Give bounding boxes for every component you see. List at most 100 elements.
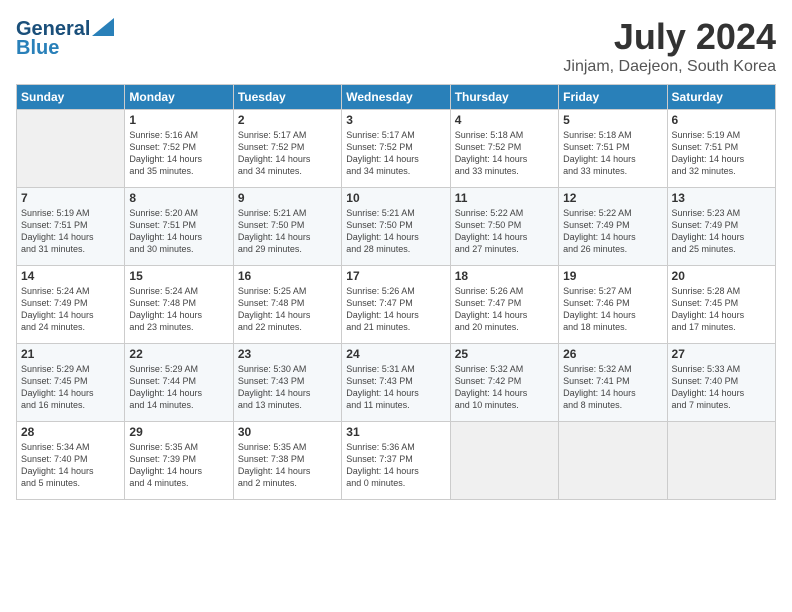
cell-info: Sunrise: 5:16 AM Sunset: 7:52 PM Dayligh… <box>129 129 228 178</box>
day-number: 18 <box>455 269 554 283</box>
day-number: 25 <box>455 347 554 361</box>
week-row-3: 21 Sunrise: 5:29 AM Sunset: 7:45 PM Dayli… <box>17 344 776 422</box>
cell-info: Sunrise: 5:34 AM Sunset: 7:40 PM Dayligh… <box>21 441 120 490</box>
calendar-cell: 24 Sunrise: 5:31 AM Sunset: 7:43 PM Dayli… <box>342 344 450 422</box>
calendar-cell: 6Sunrise: 5:19 AM Sunset: 7:51 PM Daylig… <box>667 110 775 188</box>
day-number: 7 <box>21 191 120 205</box>
header-monday: Monday <box>125 85 233 110</box>
calendar-cell: 15 Sunrise: 5:24 AM Sunset: 7:48 PM Dayli… <box>125 266 233 344</box>
calendar-cell <box>667 422 775 500</box>
calendar-cell: 17 Sunrise: 5:26 AM Sunset: 7:47 PM Dayli… <box>342 266 450 344</box>
calendar-cell: 1 Sunrise: 5:16 AM Sunset: 7:52 PM Daylig… <box>125 110 233 188</box>
calendar-cell: 18 Sunrise: 5:26 AM Sunset: 7:47 PM Dayli… <box>450 266 558 344</box>
week-row-0: 1 Sunrise: 5:16 AM Sunset: 7:52 PM Daylig… <box>17 110 776 188</box>
cell-info: Sunrise: 5:32 AM Sunset: 7:41 PM Dayligh… <box>563 363 662 412</box>
week-row-2: 14 Sunrise: 5:24 AM Sunset: 7:49 PM Dayli… <box>17 266 776 344</box>
calendar-cell: 4 Sunrise: 5:18 AM Sunset: 7:52 PM Daylig… <box>450 110 558 188</box>
calendar-cell: 8 Sunrise: 5:20 AM Sunset: 7:51 PM Daylig… <box>125 188 233 266</box>
calendar-cell: 16 Sunrise: 5:25 AM Sunset: 7:48 PM Dayli… <box>233 266 341 344</box>
day-number: 11 <box>455 191 554 205</box>
day-number: 16 <box>238 269 337 283</box>
day-number: 21 <box>21 347 120 361</box>
week-row-4: 28 Sunrise: 5:34 AM Sunset: 7:40 PM Dayli… <box>17 422 776 500</box>
cell-info: Sunrise: 5:36 AM Sunset: 7:37 PM Dayligh… <box>346 441 445 490</box>
week-row-1: 7 Sunrise: 5:19 AM Sunset: 7:51 PM Daylig… <box>17 188 776 266</box>
calendar-cell: 10 Sunrise: 5:21 AM Sunset: 7:50 PM Dayli… <box>342 188 450 266</box>
cell-info: Sunrise: 5:17 AM Sunset: 7:52 PM Dayligh… <box>238 129 337 178</box>
cell-info: Sunrise: 5:26 AM Sunset: 7:47 PM Dayligh… <box>455 285 554 334</box>
day-number: 3 <box>346 113 445 127</box>
calendar-cell: 5 Sunrise: 5:18 AM Sunset: 7:51 PM Daylig… <box>559 110 667 188</box>
day-number: 1 <box>129 113 228 127</box>
day-number: 9 <box>238 191 337 205</box>
calendar-cell: 28 Sunrise: 5:34 AM Sunset: 7:40 PM Dayli… <box>17 422 125 500</box>
day-number: 23 <box>238 347 337 361</box>
day-number: 27 <box>672 347 771 361</box>
calendar-cell <box>17 110 125 188</box>
cell-info: Sunrise: 5:29 AM Sunset: 7:45 PM Dayligh… <box>21 363 120 412</box>
cell-info: Sunrise: 5:30 AM Sunset: 7:43 PM Dayligh… <box>238 363 337 412</box>
day-number: 19 <box>563 269 662 283</box>
day-number: 30 <box>238 425 337 439</box>
day-number: 6 <box>672 113 771 127</box>
cell-info: Sunrise: 5:24 AM Sunset: 7:49 PM Dayligh… <box>21 285 120 334</box>
cell-info: Sunrise: 5:19 AM Sunset: 7:51 PM Dayligh… <box>21 207 120 256</box>
calendar-cell: 14 Sunrise: 5:24 AM Sunset: 7:49 PM Dayli… <box>17 266 125 344</box>
calendar-cell: 29Sunrise: 5:35 AM Sunset: 7:39 PM Dayli… <box>125 422 233 500</box>
location-title: Jinjam, Daejeon, South Korea <box>563 58 776 76</box>
cell-info: Sunrise: 5:31 AM Sunset: 7:43 PM Dayligh… <box>346 363 445 412</box>
calendar-cell: 26Sunrise: 5:32 AM Sunset: 7:41 PM Dayli… <box>559 344 667 422</box>
calendar-cell <box>450 422 558 500</box>
calendar-cell: 31 Sunrise: 5:36 AM Sunset: 7:37 PM Dayli… <box>342 422 450 500</box>
calendar-cell: 7 Sunrise: 5:19 AM Sunset: 7:51 PM Daylig… <box>17 188 125 266</box>
cell-info: Sunrise: 5:21 AM Sunset: 7:50 PM Dayligh… <box>346 207 445 256</box>
calendar-cell: 19 Sunrise: 5:27 AM Sunset: 7:46 PM Dayli… <box>559 266 667 344</box>
day-number: 17 <box>346 269 445 283</box>
calendar-cell: 27 Sunrise: 5:33 AM Sunset: 7:40 PM Dayli… <box>667 344 775 422</box>
cell-info: Sunrise: 5:25 AM Sunset: 7:48 PM Dayligh… <box>238 285 337 334</box>
cell-info: Sunrise: 5:18 AM Sunset: 7:52 PM Dayligh… <box>455 129 554 178</box>
cell-info: Sunrise: 5:27 AM Sunset: 7:46 PM Dayligh… <box>563 285 662 334</box>
day-number: 12 <box>563 191 662 205</box>
calendar-cell: 13 Sunrise: 5:23 AM Sunset: 7:49 PM Dayli… <box>667 188 775 266</box>
day-number: 5 <box>563 113 662 127</box>
cell-info: Sunrise: 5:33 AM Sunset: 7:40 PM Dayligh… <box>672 363 771 412</box>
calendar-table: SundayMondayTuesdayWednesdayThursdayFrid… <box>16 84 776 500</box>
day-number: 31 <box>346 425 445 439</box>
day-number: 15 <box>129 269 228 283</box>
day-number: 2 <box>238 113 337 127</box>
cell-info: Sunrise: 5:26 AM Sunset: 7:47 PM Dayligh… <box>346 285 445 334</box>
day-number: 28 <box>21 425 120 439</box>
logo-blue: Blue <box>16 37 59 60</box>
calendar-cell: 21 Sunrise: 5:29 AM Sunset: 7:45 PM Dayli… <box>17 344 125 422</box>
cell-info: Sunrise: 5:20 AM Sunset: 7:51 PM Dayligh… <box>129 207 228 256</box>
cell-info: Sunrise: 5:35 AM Sunset: 7:38 PM Dayligh… <box>238 441 337 490</box>
month-title: July 2024 <box>563 16 776 58</box>
cell-info: Sunrise: 5:24 AM Sunset: 7:48 PM Dayligh… <box>129 285 228 334</box>
day-number: 24 <box>346 347 445 361</box>
day-number: 4 <box>455 113 554 127</box>
header-sunday: Sunday <box>17 85 125 110</box>
cell-info: Sunrise: 5:32 AM Sunset: 7:42 PM Dayligh… <box>455 363 554 412</box>
header-saturday: Saturday <box>667 85 775 110</box>
cell-info: Sunrise: 5:17 AM Sunset: 7:52 PM Dayligh… <box>346 129 445 178</box>
calendar-cell: 3 Sunrise: 5:17 AM Sunset: 7:52 PM Daylig… <box>342 110 450 188</box>
calendar-cell: 11Sunrise: 5:22 AM Sunset: 7:50 PM Dayli… <box>450 188 558 266</box>
cell-info: Sunrise: 5:18 AM Sunset: 7:51 PM Dayligh… <box>563 129 662 178</box>
cell-info: Sunrise: 5:28 AM Sunset: 7:45 PM Dayligh… <box>672 285 771 334</box>
day-number: 10 <box>346 191 445 205</box>
day-number: 14 <box>21 269 120 283</box>
cell-info: Sunrise: 5:35 AM Sunset: 7:39 PM Dayligh… <box>129 441 228 490</box>
day-number: 22 <box>129 347 228 361</box>
cell-info: Sunrise: 5:23 AM Sunset: 7:49 PM Dayligh… <box>672 207 771 256</box>
calendar-cell: 25 Sunrise: 5:32 AM Sunset: 7:42 PM Dayli… <box>450 344 558 422</box>
calendar-cell: 22Sunrise: 5:29 AM Sunset: 7:44 PM Dayli… <box>125 344 233 422</box>
logo-arrow-icon <box>92 18 114 36</box>
calendar-cell: 9Sunrise: 5:21 AM Sunset: 7:50 PM Daylig… <box>233 188 341 266</box>
calendar-cell <box>559 422 667 500</box>
day-number: 8 <box>129 191 228 205</box>
calendar-cell: 23 Sunrise: 5:30 AM Sunset: 7:43 PM Dayli… <box>233 344 341 422</box>
header-tuesday: Tuesday <box>233 85 341 110</box>
day-number: 13 <box>672 191 771 205</box>
calendar-cell: 30 Sunrise: 5:35 AM Sunset: 7:38 PM Dayli… <box>233 422 341 500</box>
